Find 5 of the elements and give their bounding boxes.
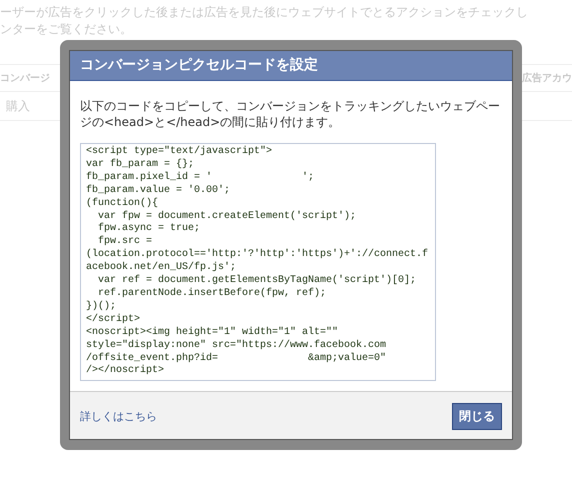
dialog-description: 以下のコードをコピーして、コンバージョンをトラッキングしたいウェブページの<head>と</head>の間に貼り付けます。 (80, 98, 501, 130)
code-text: <script type="text/javascript"> var fb_param = {}; fb_param.pixel_id = ' '; fb_param.value = '0.00'; (function(){ var fpw = document.createElement('script'); fpw.async = true; fpw.src = (location.protocol=='http:'?'http':'https')+'://connect.f acebook.net/en_US/fp.js'; var ref = document.getElementsByTagName('script')[0]; ref.parentNode.insertBefore(fpw, ref); })(); </script> <noscript><img height="1" width="1" alt="" style="display:none" src="https://www.facebook.com /offsite_event.php?id= &amp;value=0" /></noscript> (86, 146, 430, 378)
close-button[interactable]: 閉じる (452, 403, 502, 430)
dialog-title: コンバージョンピクセルコードを設定 (70, 51, 512, 81)
learn-more-link[interactable]: 詳しくはこちら (80, 409, 157, 424)
